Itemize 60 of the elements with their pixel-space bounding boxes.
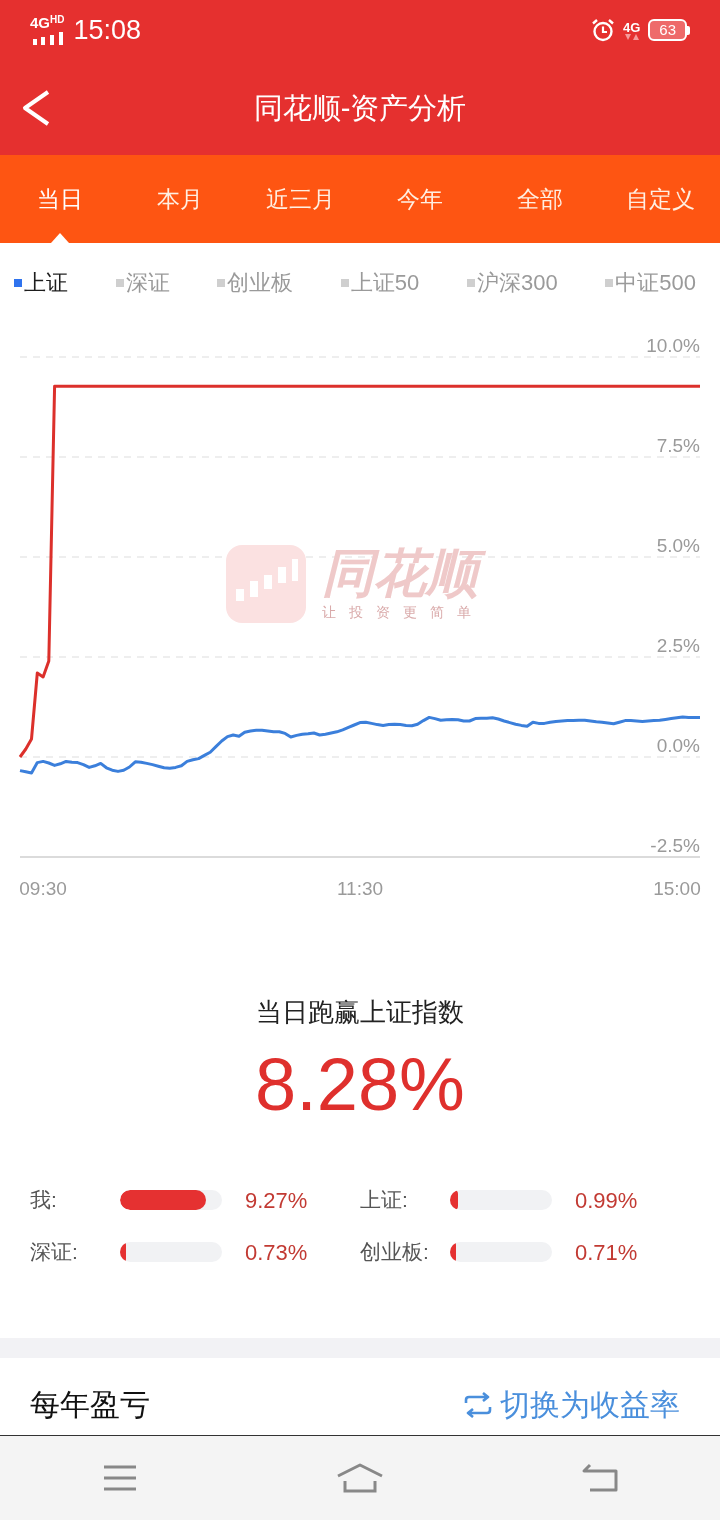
x-tick-label: 15:00: [653, 878, 701, 899]
period-tab[interactable]: 自定义: [600, 155, 720, 243]
period-tab[interactable]: 全部: [480, 155, 600, 243]
period-tab[interactable]: 今年: [360, 155, 480, 243]
alarm-clock-icon: [590, 18, 615, 42]
y-tick-label: 2.5%: [656, 635, 700, 656]
return-value: 9.27%: [245, 1186, 308, 1215]
y-tick-label: 0.0%: [656, 735, 700, 756]
comparison-label: 我:: [30, 1187, 58, 1214]
x-tick-label: 09:30: [19, 878, 67, 899]
y-tick-label: 7.5%: [656, 435, 700, 456]
home-icon: [336, 1463, 384, 1493]
return-value: 0.99%: [575, 1186, 638, 1215]
index-legend-item[interactable]: 中证500: [605, 268, 696, 298]
network-type: 4G: [30, 15, 50, 30]
legend-marker-icon: [14, 279, 22, 287]
index-legend-item[interactable]: 上证: [14, 268, 68, 298]
index-legend-item[interactable]: 深证: [115, 268, 170, 298]
legend-marker-icon: [340, 279, 349, 287]
legend-marker-icon: [605, 279, 614, 287]
home-button[interactable]: [336, 1463, 384, 1493]
menu-button[interactable]: [103, 1465, 137, 1491]
index-legend-item[interactable]: 沪深300: [466, 268, 558, 298]
network-quality-label: HD: [50, 15, 65, 25]
menu-icon: [103, 1465, 137, 1491]
watermark-slogan: 让投资更简单: [322, 603, 484, 621]
swap-icon: [464, 1392, 492, 1418]
page-title: 同花顺-资产分析: [253, 90, 467, 126]
back-chevron-icon: [20, 88, 52, 127]
legend-marker-icon: [217, 279, 226, 287]
data-arrows-icon: [624, 33, 639, 40]
back-button[interactable]: [20, 88, 52, 127]
period-tab[interactable]: 近三月: [240, 155, 360, 243]
back-nav-button[interactable]: [581, 1463, 619, 1493]
battery-level: 63: [648, 19, 687, 41]
x-tick-label: 11:30: [336, 878, 384, 899]
period-tab[interactable]: 本月: [120, 155, 240, 243]
outperformance-value: 8.28%: [254, 1045, 466, 1125]
data-network-type: 4G: [622, 20, 641, 34]
y-tick-label: 10.0%: [646, 335, 700, 356]
switch-to-return-rate-button[interactable]: 切换为收益率: [464, 1385, 680, 1425]
legend-marker-icon: [466, 279, 475, 287]
battery-tip-icon: [687, 25, 690, 35]
return-value: 0.73%: [245, 1238, 308, 1267]
section-title: 每年盈亏: [30, 1387, 150, 1423]
legend-marker-icon: [115, 279, 124, 287]
return-value: 0.71%: [575, 1238, 638, 1267]
watermark-logo-icon: [226, 545, 306, 623]
index-legend-item[interactable]: 创业板: [217, 268, 294, 298]
comparison-label: 深证:: [30, 1239, 79, 1266]
signal-bars-icon: [33, 32, 63, 45]
comparison-label: 上证:: [360, 1187, 409, 1214]
comparison-title: 当日跑赢上证指数: [255, 996, 465, 1029]
comparison-label: 创业板:: [360, 1239, 430, 1266]
period-tab[interactable]: 当日: [0, 155, 120, 243]
status-time: 15:08: [73, 15, 142, 45]
tab-pointer-icon: [51, 233, 69, 243]
index-legend-item[interactable]: 上证50: [340, 268, 420, 298]
y-tick-label: -2.5%: [650, 835, 700, 856]
y-tick-label: 5.0%: [656, 535, 700, 556]
